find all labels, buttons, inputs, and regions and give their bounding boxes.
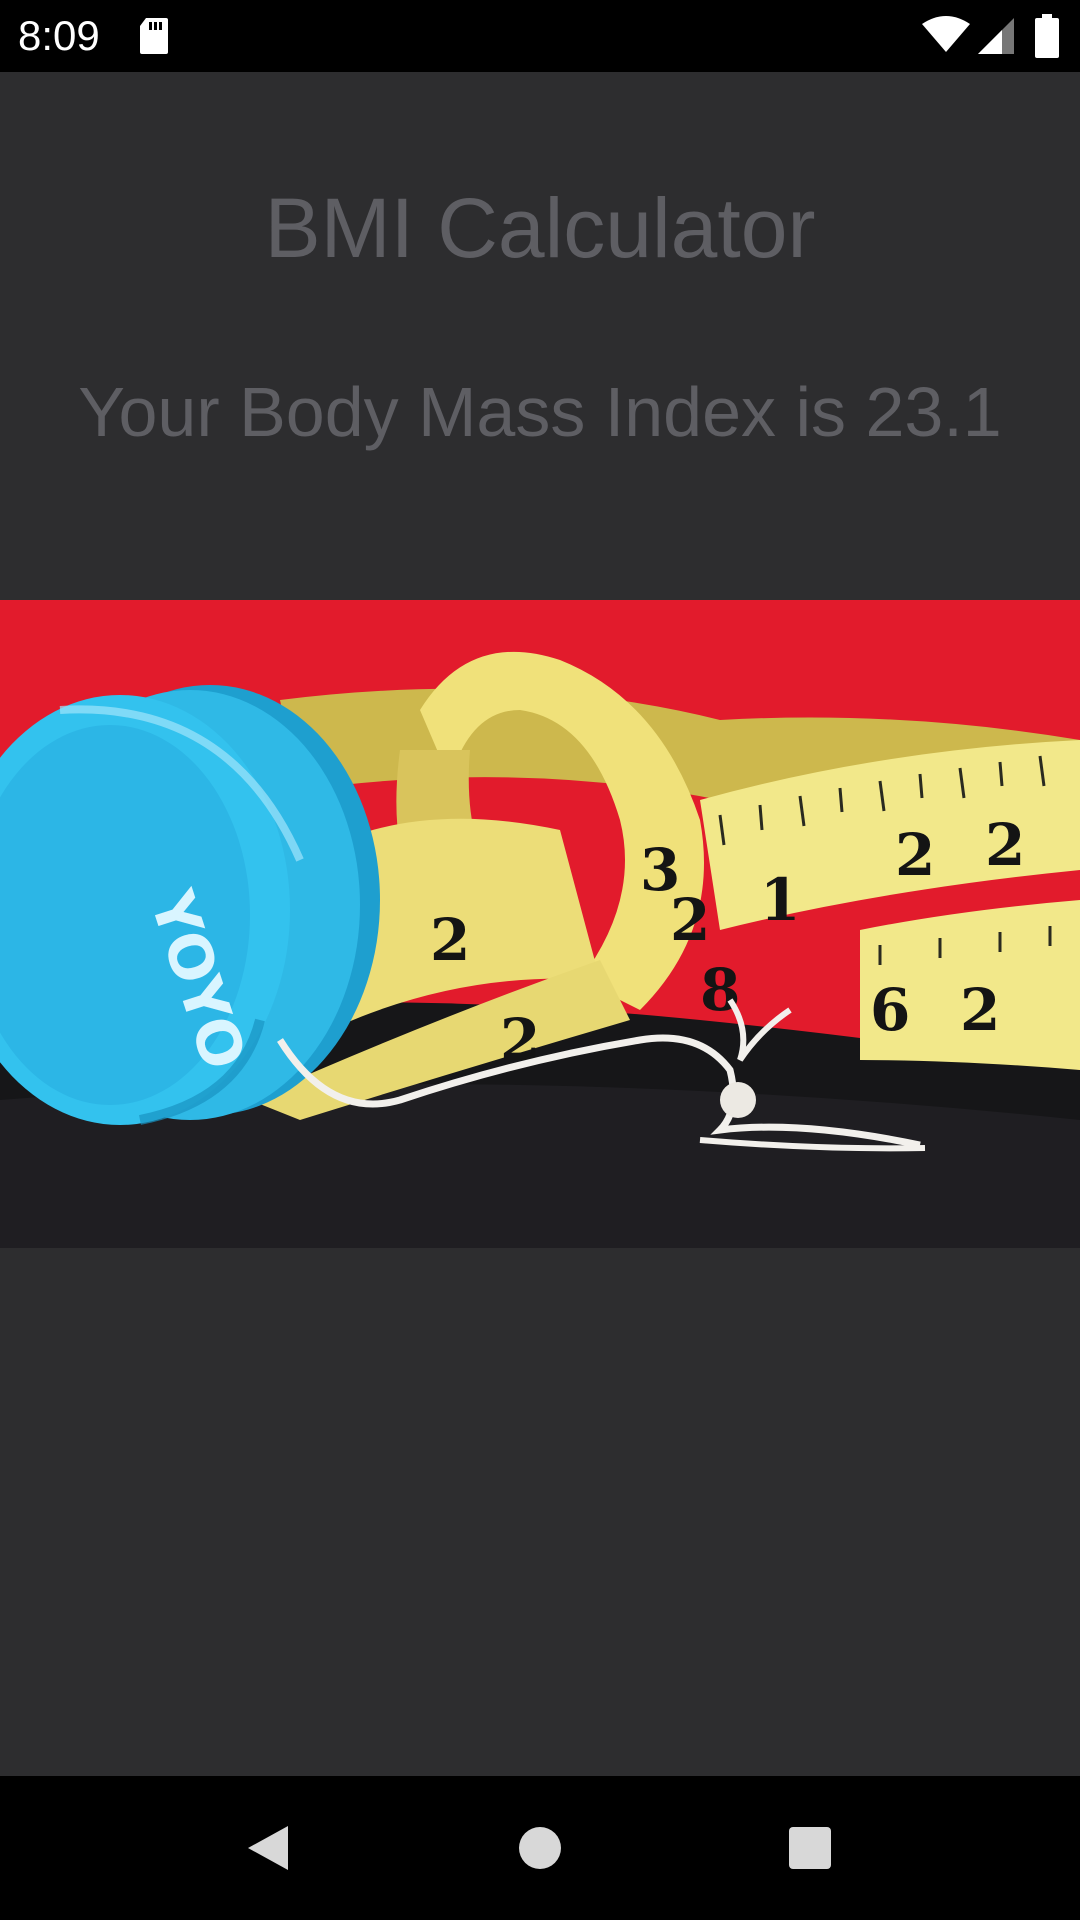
- tape-number: 1: [760, 866, 800, 934]
- tape-number: 6: [870, 976, 910, 1044]
- bmi-result-text: Your Body Mass Index is 23.1: [78, 373, 1002, 451]
- tape-number: 2: [960, 976, 1000, 1044]
- tape-number: 2: [430, 906, 470, 974]
- status-bar: 8:09: [0, 0, 1080, 72]
- battery-icon: [1035, 14, 1059, 58]
- yoyo-and-measuring-tape-image: 3 2 1 2 2 2 6 2 8 2 YOYO: [0, 600, 1080, 1248]
- bmi-result-screen: 8:09 BMI Calculator Your Body Mass Index…: [0, 0, 1080, 1920]
- wifi-icon: [922, 16, 970, 52]
- tape-number: 2: [985, 811, 1025, 879]
- sd-card-icon: [140, 18, 168, 54]
- tape-number: 2: [895, 821, 935, 889]
- app-title: BMI Calculator: [264, 181, 816, 275]
- back-icon[interactable]: [232, 1812, 304, 1884]
- navigation-bar: [0, 1776, 1080, 1920]
- tape-number: 2: [670, 886, 710, 954]
- home-icon[interactable]: [504, 1812, 576, 1884]
- status-time: 8:09: [18, 12, 100, 59]
- cell-signal-icon: [978, 18, 1014, 54]
- recents-icon[interactable]: [774, 1812, 846, 1884]
- tape-number: 8: [700, 956, 740, 1024]
- hero-illustration: 3 2 1 2 2 2 6 2 8 2 YOYO: [0, 600, 1080, 1248]
